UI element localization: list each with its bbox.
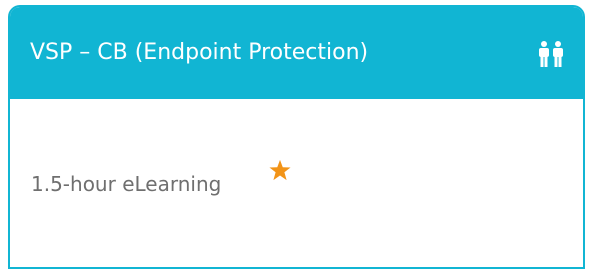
course-card-body: 1.5-hour eLearning <box>10 99 583 267</box>
course-card-header: VSP – CB (Endpoint Protection) <box>10 7 583 99</box>
star-icon <box>269 159 291 181</box>
course-card[interactable]: VSP – CB (Endpoint Protection) 1.5-hour … <box>8 5 585 269</box>
course-duration: 1.5-hour eLearning <box>31 172 222 196</box>
course-title: VSP – CB (Endpoint Protection) <box>30 40 369 65</box>
people-icon <box>539 41 563 67</box>
